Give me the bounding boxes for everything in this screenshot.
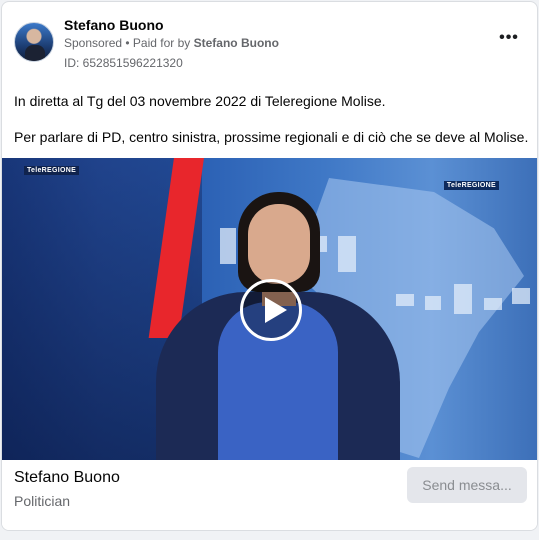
presenter-face <box>248 204 310 284</box>
chart-bar-decoration <box>512 288 530 304</box>
more-options-icon[interactable]: ••• <box>495 30 523 54</box>
meta-separator: • <box>122 36 133 50</box>
chart-bar-decoration <box>484 298 502 310</box>
play-icon[interactable] <box>240 279 302 341</box>
chart-bar-decoration <box>425 296 441 310</box>
channel-logo: TeleREGIONE <box>24 166 80 175</box>
chart-bar-decoration <box>454 284 472 314</box>
page-category: Politician <box>14 493 71 509</box>
ad-body-text: In diretta al Tg del 03 novembre 2022 di… <box>14 92 529 164</box>
body-paragraph: In diretta al Tg del 03 novembre 2022 di… <box>14 93 386 109</box>
ad-header: Stefano Buono Sponsored • Paid for by St… <box>14 16 525 72</box>
send-message-button[interactable]: Send messa... <box>407 467 527 503</box>
ad-card: Stefano Buono Sponsored • Paid for by St… <box>1 1 538 531</box>
sponsored-line: Sponsored • Paid for by Stefano Buono <box>64 36 279 50</box>
ad-footer: Stefano Buono Politician Send messa... <box>2 460 537 530</box>
paid-for-prefix: Paid for by <box>132 36 194 50</box>
advertiser-name[interactable]: Stefano Buono <box>64 17 164 33</box>
avatar-figure <box>25 45 45 61</box>
ad-id: ID: 652851596221320 <box>64 56 183 70</box>
advertiser-avatar[interactable] <box>14 22 54 62</box>
video-player[interactable]: TeleREGIONE TeleREGIONE <box>2 158 537 460</box>
body-paragraph: Per parlare di PD, centro sinistra, pros… <box>14 129 529 145</box>
paid-for-name: Stefano Buono <box>193 36 279 50</box>
sponsored-label: Sponsored <box>64 36 123 50</box>
page-name[interactable]: Stefano Buono <box>14 469 120 487</box>
channel-logo: TeleREGIONE <box>443 181 499 190</box>
